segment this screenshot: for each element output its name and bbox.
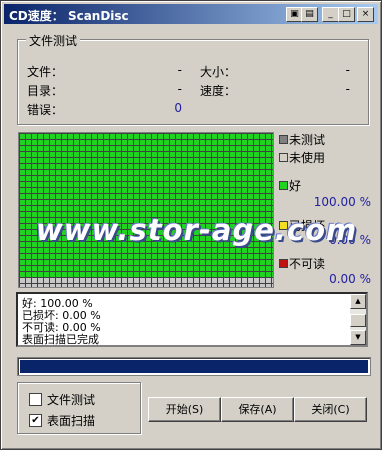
close-window-button[interactable]: ×: [357, 7, 374, 22]
file-test-option-label[interactable]: 文件测试: [47, 391, 95, 408]
file-test-group: 文件测试 文件： - 大小： - 目录： - 速度： - 错误： 0: [17, 32, 369, 125]
maximize-button[interactable]: □: [338, 7, 355, 22]
error-value: 0: [174, 101, 182, 115]
speed-value: -: [345, 82, 350, 96]
options-group: 文件测试 ✔ 表面扫描: [17, 382, 141, 434]
dir-label: 目录：: [27, 84, 64, 98]
close-button[interactable]: 关闭(C): [294, 397, 367, 422]
good-percent: 100.00 %: [313, 195, 371, 209]
legend-unused: 未使用: [289, 151, 326, 165]
size-label: 大小：: [200, 65, 237, 79]
legend-unreadable: 不可读: [289, 257, 326, 271]
log-scrollbar[interactable]: ▲ ▼: [350, 294, 366, 345]
surface-scan-grid: [19, 133, 273, 287]
log-line: 表面扫描已完成: [22, 333, 99, 346]
unused-swatch-icon: [279, 153, 288, 162]
surface-scan-option-label[interactable]: 表面扫描: [47, 412, 95, 429]
file-test-checkbox[interactable]: [29, 393, 42, 406]
scan-progress-bar: [17, 357, 371, 376]
minimize-button[interactable]: _: [322, 7, 339, 22]
window-title: CD速度： ScanDisc: [9, 9, 129, 23]
good-swatch-icon: [279, 181, 288, 190]
file-test-group-label: 文件测试: [26, 32, 81, 49]
unreadable-percent: 0.00 %: [329, 272, 371, 286]
surface-scan-map: [18, 132, 274, 288]
file-label: 文件：: [27, 65, 64, 79]
result-log[interactable]: 好: 100.00 % 已损坏: 0.00 % 不可读: 0.00 % 表面扫描…: [16, 292, 368, 347]
untested-swatch-icon: [279, 135, 288, 144]
unreadable-swatch-icon: [279, 259, 288, 268]
watermark: www.stor-age.com: [36, 213, 358, 247]
save-button[interactable]: 保存(A): [221, 397, 294, 422]
scandisc-window: CD速度： ScanDisc ▣ ▤ _ □ × 文件测试 文件： - 大小： …: [0, 0, 382, 450]
error-label: 错误：: [27, 103, 64, 117]
scan-progress-fill: [20, 360, 368, 373]
scroll-up-arrow-icon[interactable]: ▲: [350, 294, 366, 309]
surface-scan-checkbox[interactable]: ✔: [29, 414, 42, 427]
scroll-down-arrow-icon[interactable]: ▼: [350, 330, 366, 345]
speed-label: 速度：: [200, 84, 237, 98]
file-value: -: [177, 63, 182, 77]
title-bar[interactable]: CD速度： ScanDisc ▣ ▤ _ □ ×: [4, 4, 378, 24]
scroll-thumb[interactable]: [350, 314, 366, 327]
legend-untested: 未测试: [289, 133, 326, 147]
start-button[interactable]: 开始(S): [148, 397, 221, 422]
size-value: -: [345, 63, 350, 77]
info-icon[interactable]: ▤: [301, 7, 318, 22]
dir-value: -: [177, 82, 182, 96]
legend-good: 好: [289, 179, 302, 193]
